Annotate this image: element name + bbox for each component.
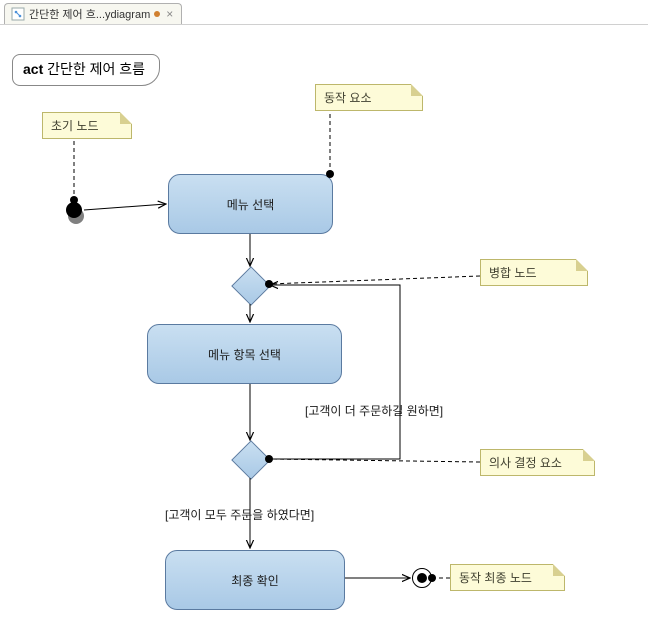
frame-keyword: act bbox=[23, 61, 43, 77]
activity-final-confirm[interactable]: 최종 확인 bbox=[165, 550, 345, 610]
final-node-inner-icon bbox=[417, 573, 427, 583]
note-initial-node[interactable]: 초기 노드 bbox=[42, 112, 132, 139]
close-icon[interactable]: × bbox=[166, 7, 173, 21]
note-final-node[interactable]: 동작 최종 노드 bbox=[450, 564, 565, 591]
diagram-canvas[interactable]: act 간단한 제어 흐름 초기 노드 동작 요소 병합 노드 의사 결정 요소… bbox=[0, 24, 648, 637]
note-decision-element[interactable]: 의사 결정 요소 bbox=[480, 449, 595, 476]
frame-title: 간단한 제어 흐름 bbox=[47, 61, 145, 77]
activity-menu-select[interactable]: 메뉴 선택 bbox=[168, 174, 333, 234]
guard-more-orders: [고객이 더 주문하길 원하면] bbox=[305, 402, 443, 419]
decision-node[interactable] bbox=[231, 440, 271, 480]
diagram-file-icon bbox=[11, 7, 25, 21]
tab-bar: 간단한 제어 흐...ydiagram × bbox=[0, 0, 648, 25]
guard-all-ordered: [고객이 모두 주문을 하였다면] bbox=[165, 506, 314, 523]
activity-menu-item-select[interactable]: 메뉴 항목 선택 bbox=[147, 324, 342, 384]
note-action-element[interactable]: 동작 요소 bbox=[315, 84, 423, 111]
tab-label: 간단한 제어 흐...ydiagram bbox=[29, 6, 150, 22]
note-merge-node[interactable]: 병합 노드 bbox=[480, 259, 588, 286]
unsaved-indicator-icon bbox=[154, 11, 160, 17]
initial-node[interactable] bbox=[66, 202, 82, 218]
editor-tab[interactable]: 간단한 제어 흐...ydiagram × bbox=[4, 3, 182, 24]
activity-final-node[interactable] bbox=[412, 568, 432, 588]
merge-node[interactable] bbox=[231, 266, 271, 306]
diagram-frame-label: act 간단한 제어 흐름 bbox=[12, 54, 160, 86]
